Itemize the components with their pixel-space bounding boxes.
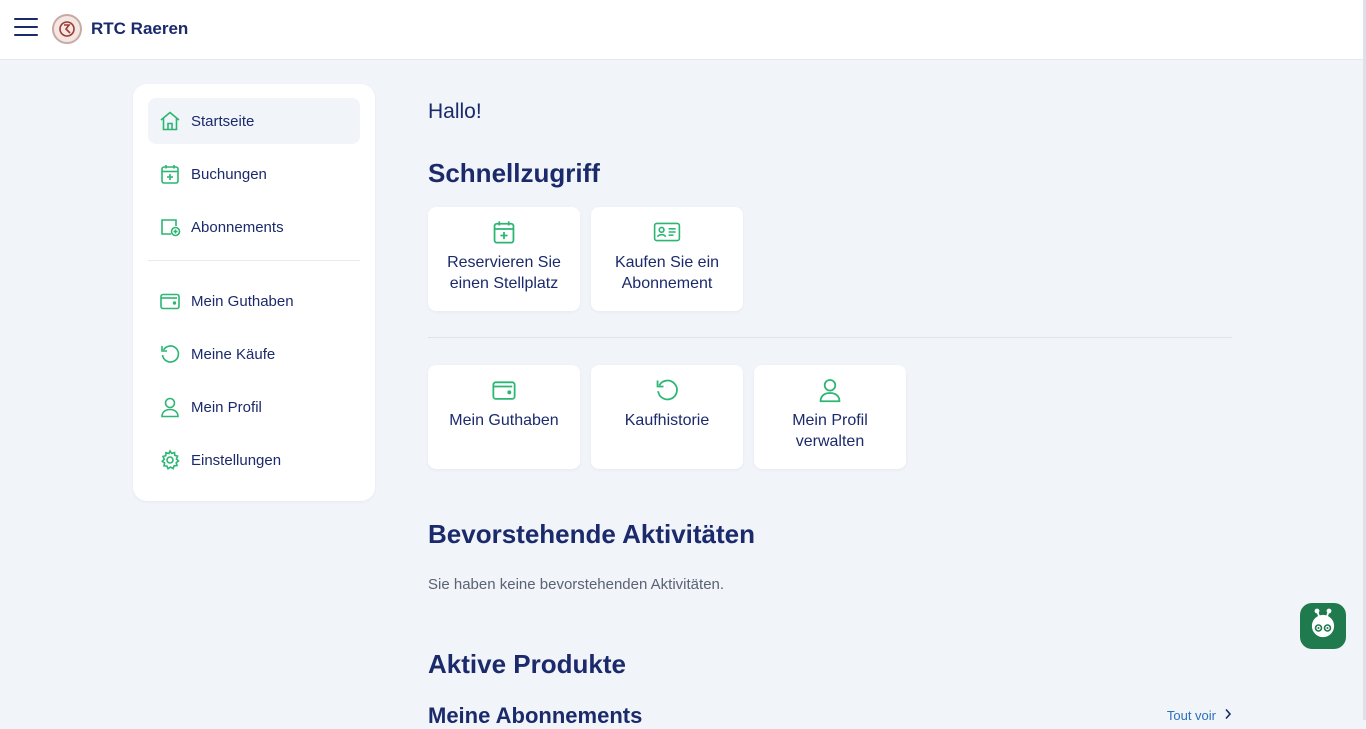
quick-card-reserve[interactable]: Reservieren Sie einen Stellplatz xyxy=(428,207,580,311)
calendar-plus-icon xyxy=(159,163,181,185)
sidebar-item-startseite[interactable]: Startseite xyxy=(148,98,360,144)
chevron-right-icon xyxy=(1224,708,1232,723)
history-icon xyxy=(653,376,681,404)
sidebar-item-abonnements[interactable]: Abonnements xyxy=(148,204,360,250)
club-logo xyxy=(52,14,82,44)
sidebar-item-label: Einstellungen xyxy=(191,451,282,469)
upcoming-empty-text: Sie haben keine bevorstehenden Aktivität… xyxy=(428,576,725,593)
sidebar-item-label: Mein Profil xyxy=(191,398,262,416)
sidebar-item-label: Buchungen xyxy=(191,165,267,183)
sidebar-item-mein-guthaben[interactable]: Mein Guthaben xyxy=(148,278,360,324)
upcoming-title: Bevorstehende Aktivitäten xyxy=(428,519,756,549)
assistant-button[interactable] xyxy=(1300,603,1346,649)
user-icon xyxy=(159,396,181,418)
card-label: Kaufhistorie xyxy=(624,412,710,429)
sidebar-divider xyxy=(148,260,360,261)
wallet-icon xyxy=(490,376,518,404)
wallet-icon xyxy=(159,290,181,312)
menu-icon[interactable] xyxy=(14,18,38,42)
quick-access-title: Schnellzugriff xyxy=(428,158,600,188)
sidebar-item-buchungen[interactable]: Buchungen xyxy=(148,151,360,197)
quick-card-subscription[interactable]: Kaufen Sie ein Abonnement xyxy=(591,207,743,311)
sidebar-item-mein-profil[interactable]: Mein Profil xyxy=(148,384,360,430)
subscriptions-title: Meine Abonnements xyxy=(428,703,643,728)
card-label: Mein Profil verwalten xyxy=(792,412,868,450)
user-icon xyxy=(816,376,844,404)
subscription-icon xyxy=(159,216,181,238)
see-all-link[interactable]: Tout voir xyxy=(1167,708,1232,723)
robot-icon xyxy=(1306,607,1340,646)
see-all-label: Tout voir xyxy=(1166,708,1216,723)
sidebar-item-label: Abonnements xyxy=(191,218,284,236)
quick-card-balance[interactable]: Mein Guthaben xyxy=(428,365,580,469)
card-label: Reservieren Sie einen Stellplatz xyxy=(447,254,561,292)
quick-card-history[interactable]: Kaufhistorie xyxy=(591,365,743,469)
section-divider xyxy=(428,337,1232,338)
calendar-plus-icon xyxy=(490,218,518,246)
gear-icon xyxy=(159,449,181,471)
sidebar-item-label: Mein Guthaben xyxy=(191,292,294,310)
greeting: Hallo! xyxy=(428,100,482,123)
history-icon xyxy=(159,343,181,365)
sidebar-item-label: Startseite xyxy=(191,112,255,130)
card-label: Kaufen Sie ein Abonnement xyxy=(614,254,720,292)
app-title: RTC Raeren xyxy=(91,19,189,38)
card-label: Mein Guthaben xyxy=(449,412,559,429)
sidebar-item-meine-kaeufe[interactable]: Meine Käufe xyxy=(148,331,360,377)
main-content: Hallo! Schnellzugriff Reservieren Sie ei… xyxy=(428,0,1232,728)
id-card-icon xyxy=(653,218,681,246)
home-icon xyxy=(159,110,181,132)
sidebar-item-einstellungen[interactable]: Einstellungen xyxy=(148,437,360,483)
active-products-title: Aktive Produkte xyxy=(428,649,626,679)
sidebar: Startseite Buchungen Abonnements Mein Gu… xyxy=(133,84,375,501)
sidebar-item-label: Meine Käufe xyxy=(191,345,276,363)
quick-card-profile[interactable]: Mein Profil verwalten xyxy=(754,365,906,469)
